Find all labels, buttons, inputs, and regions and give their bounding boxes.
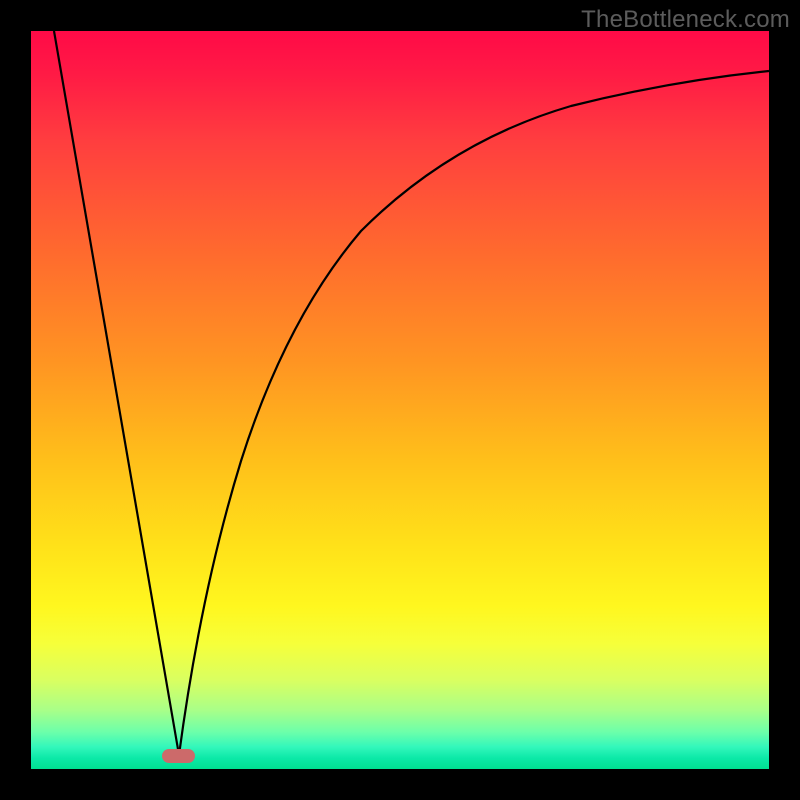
chart-frame: TheBottleneck.com [0,0,800,800]
curve-right-branch [179,71,769,755]
watermark-text: TheBottleneck.com [581,6,790,34]
curve-left-branch [54,31,179,755]
optimal-marker [162,749,195,763]
plot-area [31,31,769,769]
bottleneck-curve [31,31,769,769]
